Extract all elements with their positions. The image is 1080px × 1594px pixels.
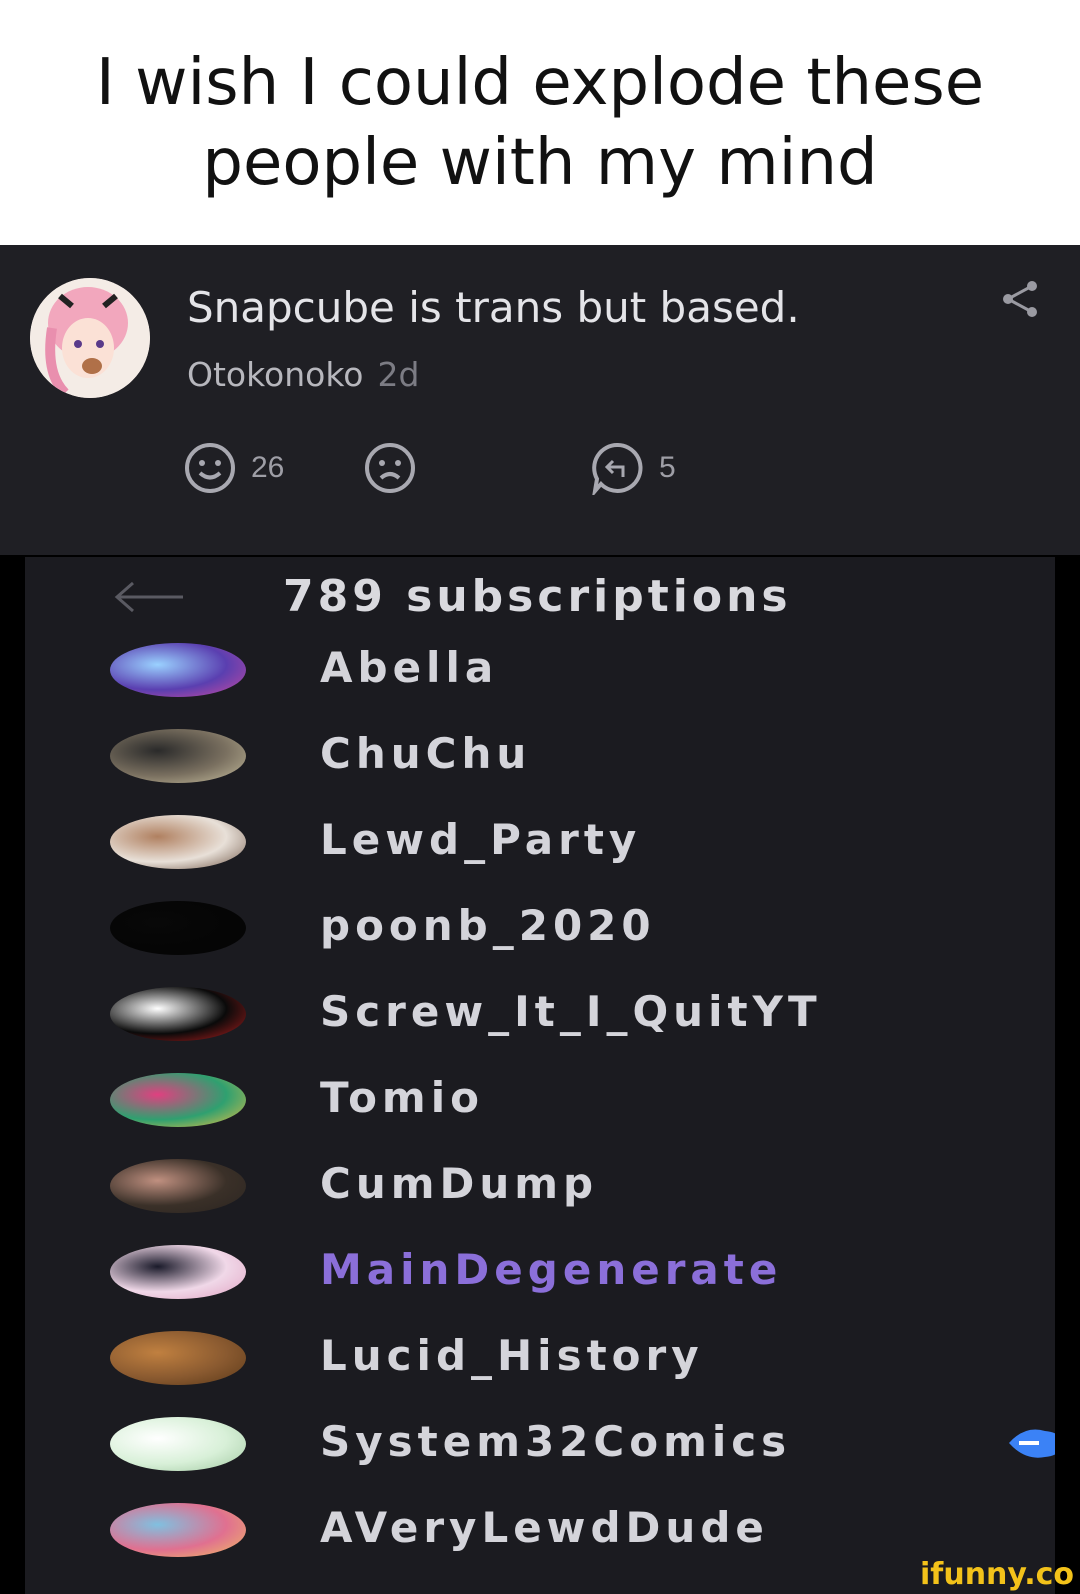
subscription-row[interactable]: Screw_It_I_QuitYT [25, 979, 1055, 1049]
share-icon[interactable] [998, 277, 1042, 321]
reply-count: 5 [659, 451, 676, 484]
back-arrow-icon[interactable] [113, 579, 185, 615]
subscription-row[interactable]: Lucid_History [25, 1323, 1055, 1393]
frown-icon [365, 443, 415, 493]
subscription-row[interactable]: poonb_2020 [25, 893, 1055, 963]
smile-button[interactable]: 26 [183, 440, 284, 496]
subscription-avatar[interactable] [110, 1331, 246, 1385]
avatar-image [30, 278, 150, 398]
subscriptions-panel: 789 subscriptions Abella ChuChu Lewd_Party… [25, 557, 1055, 1594]
subscription-avatar[interactable] [110, 643, 246, 697]
reply-icon [592, 442, 643, 495]
subscription-name[interactable]: Tomio [320, 1073, 484, 1122]
badge-icon [1009, 1429, 1055, 1458]
subscription-avatar[interactable] [110, 1503, 246, 1557]
post-time: 2d [377, 355, 420, 394]
subscription-avatar[interactable] [110, 1417, 246, 1471]
subscription-avatar[interactable] [110, 901, 246, 955]
subscription-row[interactable]: MainDegenerate [25, 1237, 1055, 1307]
subscription-row[interactable]: Tomio [25, 1065, 1055, 1135]
user-avatar[interactable] [30, 278, 150, 398]
subscription-name[interactable]: Abella [320, 643, 498, 692]
caption-text: I wish I could explode these people with… [95, 45, 985, 200]
smile-icon [185, 443, 235, 493]
subscription-name[interactable]: System32Comics [320, 1417, 791, 1466]
meme-caption: I wish I could explode these people with… [0, 0, 1080, 245]
subscription-row[interactable]: System32Comics [25, 1409, 1055, 1479]
watermark: ifunny.co [920, 1557, 1074, 1592]
subscription-name[interactable]: ChuChu [320, 729, 531, 778]
subscription-name[interactable]: Lewd_Party [320, 815, 641, 864]
subscriptions-header: 789 subscriptions [283, 571, 792, 622]
post-username[interactable]: Otokonoko [187, 355, 363, 394]
subscription-row[interactable]: AVeryLewdDude [25, 1495, 1055, 1565]
frown-button[interactable] [363, 440, 417, 496]
subscription-avatar[interactable] [110, 1159, 246, 1213]
subscription-row[interactable]: Abella [25, 635, 1055, 705]
subscription-avatar[interactable] [110, 815, 246, 869]
subscription-name[interactable]: Screw_It_I_QuitYT [320, 987, 822, 1036]
subscription-name[interactable]: poonb_2020 [320, 901, 656, 950]
subscription-avatar[interactable] [110, 987, 246, 1041]
subscription-row[interactable]: ChuChu [25, 721, 1055, 791]
post-title: Snapcube is trans but based. [187, 283, 800, 332]
subscription-row[interactable]: CumDump [25, 1151, 1055, 1221]
subscription-avatar[interactable] [110, 1073, 246, 1127]
subscription-name[interactable]: Lucid_History [320, 1331, 704, 1380]
subscription-name[interactable]: MainDegenerate [320, 1245, 782, 1294]
comment-post: Snapcube is trans but based. Otokonoko 2d… [0, 245, 1080, 555]
smile-count: 26 [251, 451, 285, 484]
post-meta: Otokonoko 2d [187, 355, 419, 394]
subscription-avatar[interactable] [110, 1245, 246, 1299]
subscription-avatar[interactable] [110, 729, 246, 783]
subscription-name[interactable]: CumDump [320, 1159, 598, 1208]
subscription-row[interactable]: Lewd_Party [25, 807, 1055, 877]
subscription-name[interactable]: AVeryLewdDude [320, 1503, 769, 1552]
reply-button[interactable]: 5 [591, 440, 676, 496]
